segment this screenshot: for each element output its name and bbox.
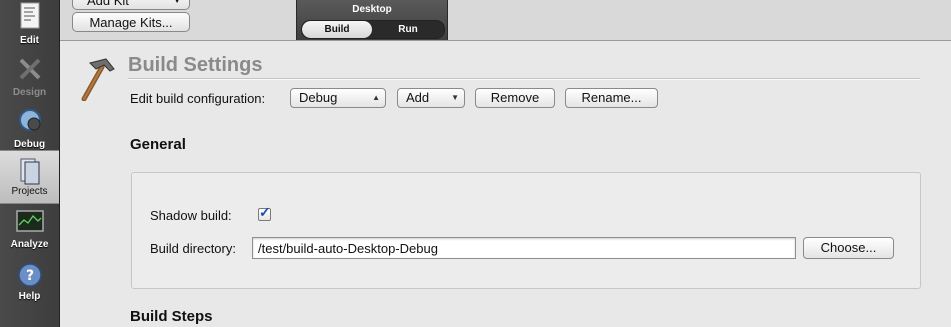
updown-arrows-icon: ▲ <box>372 93 380 102</box>
rename-config-button[interactable]: Rename... <box>565 88 658 108</box>
heading-divider <box>128 78 920 80</box>
mode-analyze[interactable]: Analyze <box>0 204 59 256</box>
remove-config-button[interactable]: Remove <box>475 88 555 108</box>
page-title: Build Settings <box>128 54 263 76</box>
analyze-monitor-icon <box>15 210 44 232</box>
tab-run[interactable]: Run <box>372 21 444 38</box>
tab-build[interactable]: Build <box>302 21 372 38</box>
debug-bug-icon <box>18 109 41 131</box>
mode-design-label: Design <box>12 87 47 98</box>
chevron-down-icon: ▼ <box>451 93 459 102</box>
build-directory-label: Build directory: <box>150 241 236 256</box>
choose-directory-button[interactable]: Choose... <box>803 237 894 259</box>
manage-kits-label: Manage Kits... <box>89 15 173 30</box>
add-kit-button[interactable]: Add Kit ▼ <box>72 0 190 10</box>
build-steps-section-title: Build Steps <box>130 308 213 325</box>
build-run-segmented-control: Build Run <box>301 20 445 39</box>
mode-sidebar: Edit Design Debug Projects Analyze ? Hel… <box>0 0 60 327</box>
general-group-box <box>131 172 921 289</box>
chevron-down-icon: ▼ <box>173 0 181 5</box>
design-tools-icon <box>19 58 40 80</box>
help-question-icon: ? <box>17 263 42 287</box>
shadow-build-label: Shadow build: <box>150 208 232 223</box>
mode-projects[interactable]: Projects <box>0 150 59 204</box>
add-config-label: Add <box>406 90 430 105</box>
shadow-build-checkbox[interactable]: ✓ <box>258 204 271 221</box>
hammer-icon <box>81 58 115 101</box>
target-title: Desktop <box>352 4 392 15</box>
target-selector: Desktop Build Run <box>296 0 448 40</box>
manage-kits-button[interactable]: Manage Kits... <box>72 12 190 32</box>
add-config-button[interactable]: Add ▼ <box>397 88 465 108</box>
edit-config-label: Edit build configuration: <box>130 91 266 106</box>
add-kit-label: Add Kit <box>87 0 129 8</box>
build-directory-input[interactable] <box>252 237 796 259</box>
general-section-title: General <box>130 136 186 153</box>
edit-document-icon <box>20 2 39 29</box>
mode-design[interactable]: Design <box>0 52 59 104</box>
mode-debug[interactable]: Debug <box>0 104 59 156</box>
mode-help-label: Help <box>18 291 41 302</box>
rename-config-label: Rename... <box>581 90 642 105</box>
remove-config-label: Remove <box>490 90 540 105</box>
mode-help[interactable]: ? Help <box>0 256 59 308</box>
mode-edit[interactable]: Edit <box>0 0 59 52</box>
checkmark-icon: ✓ <box>259 204 271 220</box>
mode-analyze-label: Analyze <box>10 239 49 250</box>
svg-text:?: ? <box>25 268 33 284</box>
projects-folder-icon <box>20 158 39 185</box>
choose-directory-label: Choose... <box>820 240 877 255</box>
mode-debug-label: Debug <box>13 139 46 150</box>
build-config-select[interactable]: Debug ▲ <box>290 88 386 108</box>
mode-projects-label: Projects <box>11 186 48 197</box>
kit-toolbar: Add Kit ▼ Manage Kits... Desktop Build R… <box>60 0 951 41</box>
build-config-value: Debug <box>299 90 338 105</box>
mode-edit-label: Edit <box>20 35 39 46</box>
build-settings-panel: Build Settings Edit build configuration:… <box>60 41 951 327</box>
